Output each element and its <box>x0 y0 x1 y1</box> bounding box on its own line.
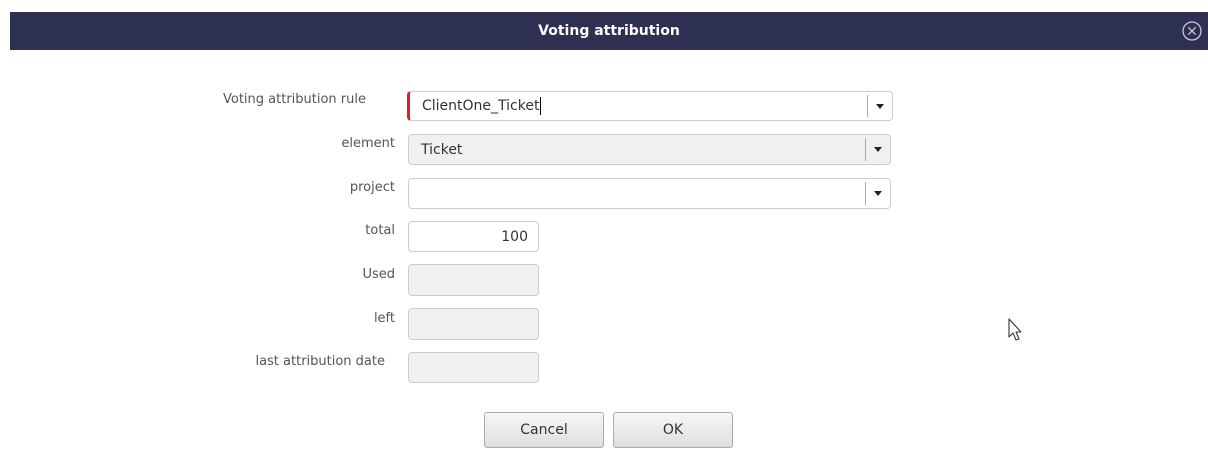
left-input <box>408 308 539 340</box>
element-combobox: Ticket <box>408 134 891 165</box>
project-dropdown-button[interactable] <box>865 182 890 205</box>
cancel-button[interactable]: Cancel <box>484 412 604 448</box>
used-label: Used <box>362 267 395 282</box>
rule-dropdown-button[interactable] <box>867 95 892 117</box>
voting-attribution-dialog: Voting attribution Voting attribution ru… <box>0 0 1208 470</box>
total-label: total <box>365 223 395 238</box>
dialog-title: Voting attribution <box>538 23 680 39</box>
rule-value[interactable]: ClientOne_Ticket <box>422 92 542 120</box>
left-label: left <box>373 311 395 326</box>
title-bar: Voting attribution <box>10 12 1208 50</box>
rule-value-text: ClientOne_Ticket <box>422 98 540 114</box>
element-label: element <box>341 136 395 151</box>
project-combobox[interactable] <box>408 178 891 209</box>
close-icon[interactable] <box>1182 21 1202 41</box>
last-attribution-date-input <box>408 352 539 383</box>
last-attribution-date-label: last attribution date <box>255 354 385 369</box>
caret-down-icon <box>874 191 882 196</box>
element-dropdown-button <box>865 138 890 161</box>
used-input <box>408 264 539 296</box>
total-value: 100 <box>501 228 528 245</box>
ok-button[interactable]: OK <box>613 412 733 448</box>
caret-down-icon <box>874 147 882 152</box>
rule-combobox[interactable]: ClientOne_Ticket <box>407 91 893 121</box>
element-value: Ticket <box>421 141 463 158</box>
text-cursor <box>540 97 542 115</box>
mouse-pointer-icon <box>1008 318 1024 342</box>
rule-label: Voting attribution rule <box>222 92 366 107</box>
total-input[interactable]: 100 <box>408 221 539 252</box>
project-label: project <box>349 180 395 195</box>
caret-down-icon <box>876 103 884 109</box>
